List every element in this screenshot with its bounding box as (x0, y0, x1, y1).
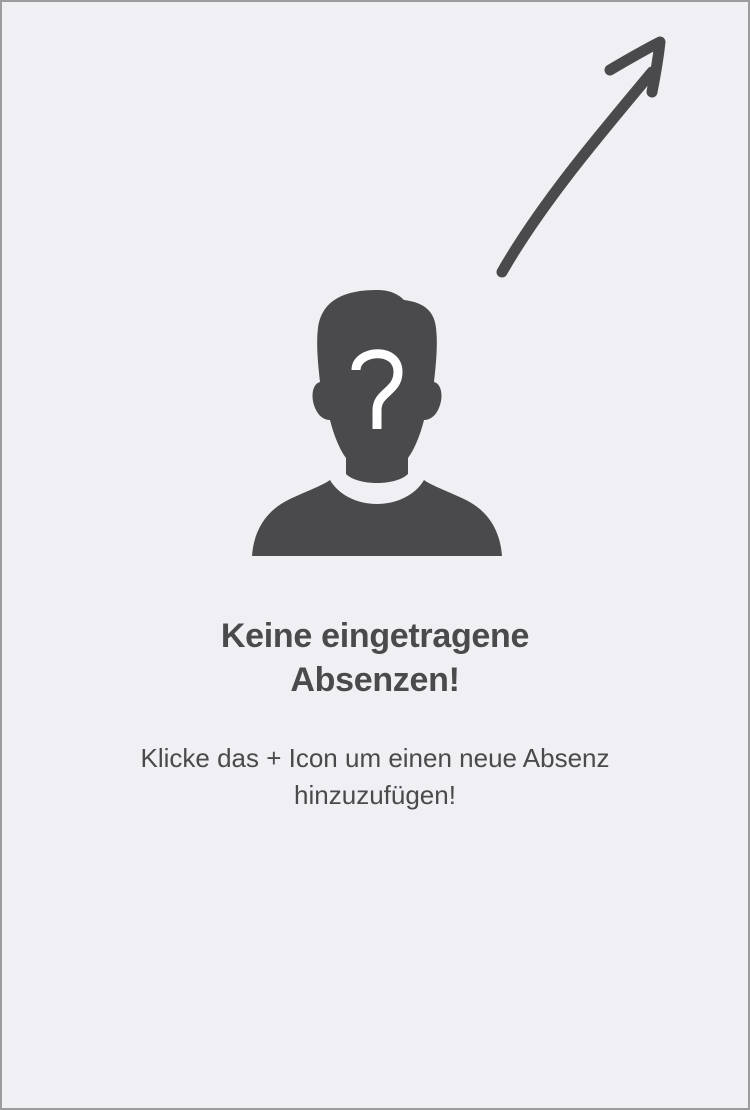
arrow-up-right-icon (496, 36, 666, 278)
empty-state-message-line2: hinzuzufügen! (294, 780, 456, 810)
empty-state-message-line1: Klicke das + Icon um einen neue Absenz (140, 743, 610, 773)
empty-absences-screen: Keine eingetragene Absenzen! Klicke das … (0, 0, 750, 1110)
empty-state-message: Klicke das + Icon um einen neue Absenz h… (2, 740, 748, 814)
empty-state-title-line2: Absenzen! (290, 661, 460, 699)
unknown-person-icon (252, 290, 502, 556)
empty-state-title: Keine eingetragene Absenzen! (2, 614, 748, 702)
empty-state-title-line1: Keine eingetragene (220, 617, 530, 655)
